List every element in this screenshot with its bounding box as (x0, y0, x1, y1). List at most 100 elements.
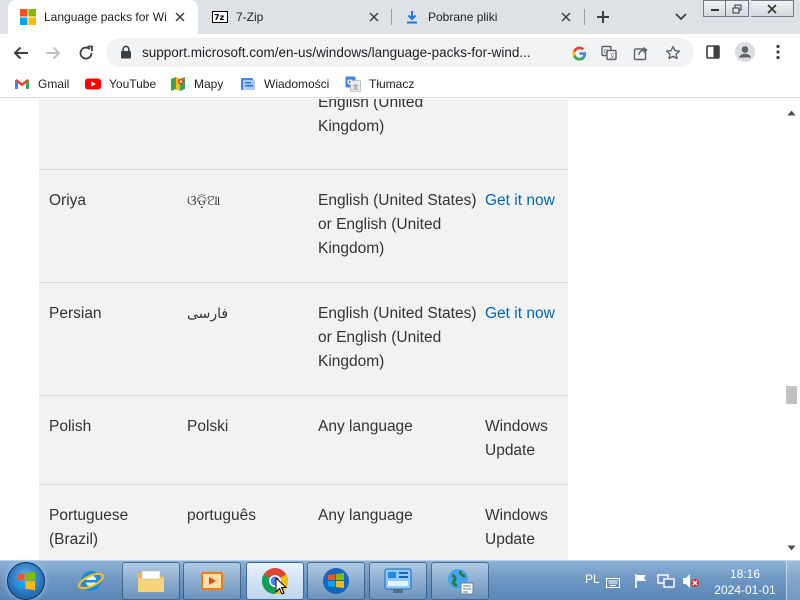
native-name-cell: Polski (187, 418, 229, 435)
keyboard-language-indicator[interactable]: PL (585, 572, 600, 586)
language-cell: Polish (49, 418, 92, 435)
windows-taskbar: PL 18:16 2024-01-01 (0, 560, 800, 600)
get-it-now-link[interactable]: Get it now (485, 189, 565, 213)
taskbar-media-player[interactable] (183, 562, 241, 600)
tab-divider (584, 9, 585, 25)
profile-avatar-icon[interactable] (735, 42, 755, 62)
taskbar-network[interactable] (431, 562, 489, 600)
required-language-cell: English (United Kingdom) (318, 99, 424, 135)
bookmark-news[interactable]: Wiadomości (240, 75, 329, 93)
tab-title: 7-Zip (236, 10, 264, 24)
show-desktop-button[interactable] (786, 561, 800, 600)
window-controls (703, 0, 794, 18)
tab-downloads[interactable]: Pobrane pliki (392, 0, 584, 34)
microsoft-logo-icon (20, 9, 36, 25)
taskbar-windows[interactable] (307, 562, 365, 600)
browser-toolbar: support.microsoft.com/en-us/windows/lang… (0, 34, 800, 71)
lock-icon[interactable] (120, 45, 132, 64)
get-it-now-link[interactable]: Get it now (485, 302, 565, 326)
close-window-button[interactable] (751, 0, 794, 17)
close-tab-icon[interactable] (172, 9, 188, 25)
new-tab-button[interactable] (591, 5, 615, 29)
tab-title: Language packs for Win (44, 10, 166, 24)
svg-text:7z: 7z (214, 13, 225, 22)
scroll-up-arrow-icon[interactable] (787, 103, 796, 121)
taskbar-internet-explorer[interactable] (62, 562, 120, 600)
page-scrollbar[interactable] (783, 99, 800, 560)
bookmark-maps[interactable]: Mapy (170, 75, 223, 93)
mouse-cursor-icon (275, 577, 287, 595)
table-row: Portuguese (Brazil) português Any langua… (39, 485, 568, 560)
forward-button[interactable] (40, 40, 66, 66)
url-text: support.microsoft.com/en-us/windows/lang… (142, 45, 531, 60)
language-cell: Oriya (49, 192, 87, 209)
restore-button[interactable] (726, 0, 749, 17)
native-name-cell: فارسی (187, 306, 229, 322)
keyboard-icon[interactable] (606, 575, 620, 593)
google-icon[interactable] (570, 44, 588, 62)
close-tab-icon[interactable] (558, 9, 574, 25)
clock-time: 18:16 (729, 567, 761, 581)
side-panel-icon[interactable] (703, 42, 723, 62)
translate-icon: G文 (345, 76, 361, 92)
availability-cell: Windows Update (485, 507, 548, 548)
availability-cell: Windows Update (485, 418, 548, 459)
table-row: Persian فارسی English (United States) or… (39, 283, 568, 396)
tab-7zip[interactable]: 7z 7-Zip (200, 0, 392, 34)
download-icon (404, 9, 420, 25)
required-language-cell: Any language (318, 418, 413, 435)
gmail-icon (14, 76, 30, 92)
bookmark-star-icon[interactable] (664, 44, 682, 62)
table-row: Polish Polski Any language Windows Updat… (39, 396, 568, 485)
control-panel-icon (384, 568, 412, 593)
share-icon[interactable] (632, 44, 650, 62)
action-center-flag-icon[interactable] (634, 573, 648, 594)
required-language-cell: Any language (318, 507, 413, 524)
svg-text:文: 文 (610, 52, 616, 60)
media-player-icon (201, 572, 223, 590)
taskbar-control-panel[interactable] (369, 562, 427, 600)
native-name-cell: português (187, 507, 256, 524)
translate-page-icon[interactable]: G文 (600, 44, 618, 62)
taskbar-explorer[interactable] (122, 562, 180, 600)
bookmark-translate[interactable]: G文 Tłumacz (345, 75, 414, 93)
tab-title: Pobrane pliki (428, 10, 498, 24)
language-packs-table: English (United Kingdom) Oriya ଓଡ଼ିଆ Eng… (39, 99, 568, 560)
news-icon (240, 76, 256, 92)
chevron-down-icon[interactable] (670, 6, 692, 28)
back-button[interactable] (8, 40, 34, 66)
windows-logo-icon (323, 568, 349, 594)
page-content: English (United Kingdom) Oriya ଓଡ଼ିଆ Eng… (0, 99, 783, 560)
minimize-button[interactable] (703, 0, 726, 17)
tab-strip: Language packs for Win 7z 7-Zip Pobrane … (0, 0, 800, 34)
scroll-thumb[interactable] (786, 386, 797, 404)
internet-explorer-icon (78, 571, 104, 591)
maps-icon (170, 76, 186, 92)
folder-icon (138, 570, 164, 592)
tab-language-packs[interactable]: Language packs for Win (8, 0, 198, 34)
language-cell: Portuguese (Brazil) (49, 507, 129, 548)
bookmark-youtube[interactable]: YouTube (85, 75, 156, 93)
network-globe-icon (448, 569, 474, 595)
taskbar-chrome[interactable] (246, 562, 304, 600)
table-row: English (United Kingdom) (39, 99, 568, 170)
volume-muted-icon[interactable] (682, 573, 700, 594)
svg-text:文: 文 (353, 84, 359, 92)
clock-date: 2024-01-01 (714, 583, 776, 597)
youtube-icon (85, 76, 101, 92)
scroll-down-arrow-icon[interactable] (787, 538, 796, 556)
bookmark-label: Tłumacz (369, 77, 415, 91)
required-language-cell: English (United States) or English (Unit… (318, 192, 477, 257)
required-language-cell: English (United States) or English (Unit… (318, 305, 477, 370)
address-bar[interactable]: support.microsoft.com/en-us/windows/lang… (106, 38, 694, 67)
language-cell: Persian (49, 305, 102, 322)
network-status-icon[interactable] (657, 573, 675, 594)
bookmark-gmail[interactable]: Gmail (14, 75, 69, 93)
bookmark-label: Gmail (38, 77, 70, 91)
reload-button[interactable] (73, 40, 99, 66)
more-menu-icon[interactable] (768, 42, 788, 62)
start-button[interactable] (7, 562, 45, 600)
system-clock[interactable]: 18:16 2024-01-01 (710, 566, 780, 598)
bookmark-label: Wiadomości (264, 77, 330, 91)
close-tab-icon[interactable] (366, 9, 382, 25)
